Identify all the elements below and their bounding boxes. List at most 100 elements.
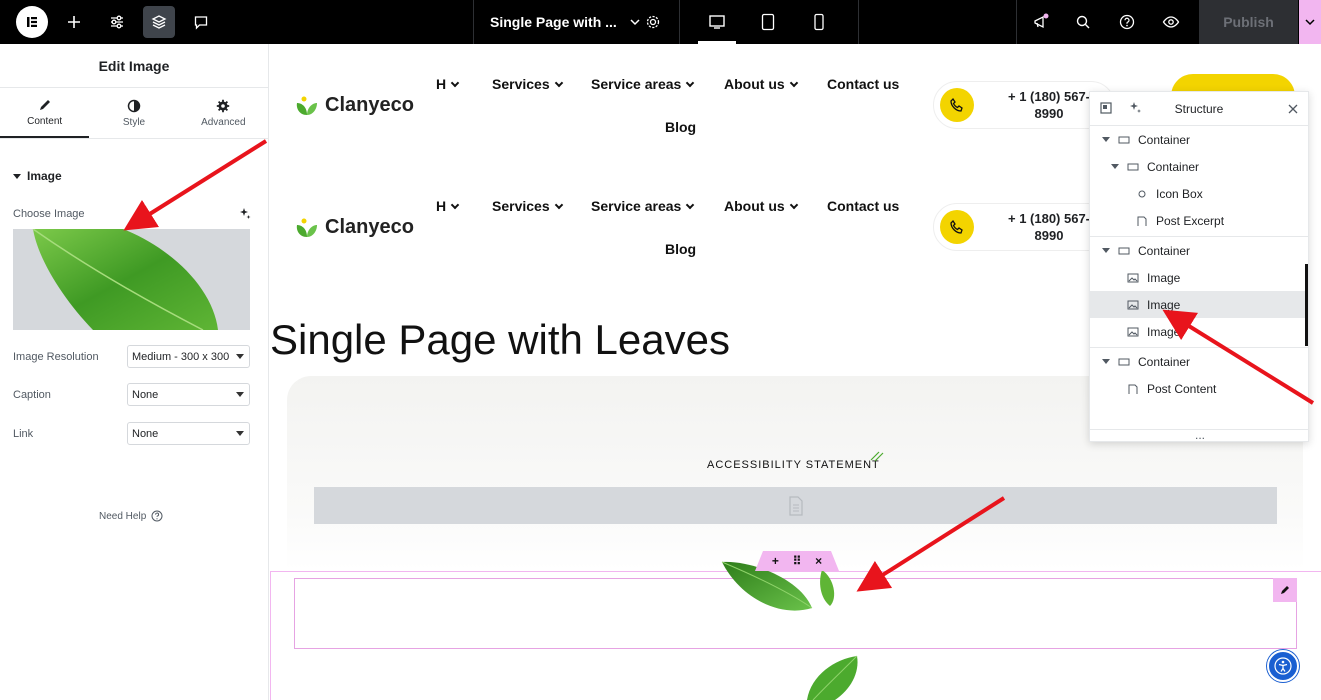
whats-new-button[interactable]	[1025, 6, 1057, 38]
drag-icon[interactable]: ⠿	[793, 554, 802, 568]
site-logo[interactable]: Clanyeco	[295, 216, 414, 239]
elementor-logo-icon	[16, 6, 48, 38]
nav-item-services[interactable]: Services	[492, 198, 563, 214]
ai-sparkle-icon[interactable]	[238, 207, 251, 220]
page-heading: Single Page with Leaves	[270, 316, 730, 363]
caret-down-icon	[236, 392, 244, 397]
nav-item-home[interactable]: H	[436, 76, 460, 92]
divider	[858, 0, 859, 44]
brand-name: Clanyeco	[325, 94, 414, 116]
caret-down-icon	[1102, 137, 1110, 142]
comments-button[interactable]	[185, 6, 217, 38]
image-section-toggle[interactable]: Image	[13, 169, 62, 183]
brand-name: Clanyeco	[325, 216, 414, 238]
need-help-link[interactable]: Need Help	[99, 510, 163, 522]
nav-item-blog[interactable]: Blog	[665, 241, 696, 257]
publish-button[interactable]: Publish	[1199, 0, 1298, 44]
edit-widget-button[interactable]	[1273, 578, 1297, 602]
nav-item-contact-us[interactable]: Contact us	[827, 198, 899, 214]
caret-down-icon	[236, 354, 244, 359]
structure-item-container[interactable]: Container	[1090, 237, 1308, 264]
add-icon[interactable]: +	[772, 554, 779, 568]
structure-item-post-content[interactable]: Post Content	[1090, 375, 1308, 402]
phone-icon-box[interactable]: + 1 (180) 567- 8990	[933, 203, 1115, 251]
leaf-image[interactable]	[816, 568, 838, 608]
structure-item-image-selected[interactable]: Image	[1090, 291, 1308, 318]
caret-down-icon	[236, 431, 244, 436]
image-resolution-select[interactable]: Medium - 300 x 300	[127, 345, 250, 368]
structure-item-post-excerpt[interactable]: Post Excerpt	[1090, 207, 1308, 234]
nav-item-home[interactable]: H	[436, 198, 460, 214]
nav-item-services[interactable]: Services	[492, 76, 563, 92]
document-icon	[1128, 384, 1138, 394]
select-value: None	[132, 427, 159, 440]
structure-item-container[interactable]: Container	[1090, 153, 1308, 180]
nav-item-contact-us[interactable]: Contact us	[827, 76, 899, 92]
tab-label: Content	[27, 115, 63, 127]
divider	[679, 0, 680, 44]
leaf-image[interactable]	[805, 655, 860, 700]
elementor-logo-button[interactable]	[16, 6, 48, 38]
post-excerpt-placeholder[interactable]	[314, 487, 1277, 524]
help-button[interactable]	[1111, 6, 1143, 38]
nav-item-service-areas[interactable]: Service areas	[591, 198, 695, 214]
tab-advanced[interactable]: Advanced	[179, 88, 268, 138]
mobile-view-button[interactable]	[803, 6, 835, 38]
search-button[interactable]	[1067, 6, 1099, 38]
contrast-icon	[127, 99, 141, 112]
pencil-icon	[39, 99, 50, 110]
eye-icon	[1162, 16, 1180, 28]
container-handle[interactable]: + ⠿ ×	[755, 551, 839, 571]
tab-style[interactable]: Style	[89, 88, 178, 138]
link-select[interactable]: None	[127, 422, 250, 445]
image-icon	[1127, 300, 1139, 309]
structure-item-label: Post Content	[1147, 381, 1217, 396]
structure-item-label: Image	[1147, 297, 1181, 312]
nav-item-about-us[interactable]: About us	[724, 198, 798, 214]
tablet-view-button[interactable]	[752, 6, 784, 38]
add-element-button[interactable]	[58, 6, 90, 38]
structure-item-image[interactable]: Image	[1090, 264, 1308, 291]
structure-item-label: Container	[1147, 159, 1200, 174]
structure-scrollbar[interactable]	[1305, 264, 1308, 346]
nav-item-service-areas[interactable]: Service areas	[591, 76, 695, 92]
comment-icon	[194, 16, 208, 30]
chevron-down-icon	[789, 78, 798, 87]
structure-item-label: Image	[1147, 270, 1181, 285]
structure-item-image[interactable]: Image	[1090, 318, 1308, 345]
nav-item-about-us[interactable]: About us	[724, 76, 798, 92]
desktop-view-button[interactable]	[701, 6, 733, 38]
chevron-down-icon	[450, 78, 460, 87]
megaphone-icon	[1034, 13, 1049, 29]
nav-label: About us	[724, 76, 785, 92]
structure-item-container[interactable]: Container	[1090, 126, 1308, 153]
help-icon	[1119, 14, 1135, 30]
resize-handle[interactable]: ...	[1195, 428, 1205, 442]
accessibility-button[interactable]	[1267, 650, 1299, 682]
leaf-logo-icon	[296, 218, 317, 237]
page-title-dropdown[interactable]: Single Page with ...	[490, 0, 641, 44]
close-icon[interactable]	[1288, 104, 1298, 114]
caption-select[interactable]: None	[127, 383, 250, 406]
site-settings-button[interactable]	[101, 6, 133, 38]
nav-label: Contact us	[827, 76, 900, 92]
image-preview[interactable]	[13, 229, 250, 330]
icon-box-icon	[1138, 190, 1146, 197]
nav-item-blog[interactable]: Blog	[665, 119, 696, 135]
chevron-down-icon	[686, 78, 695, 87]
structure-item-icon-box[interactable]: Icon Box	[1090, 180, 1308, 207]
tab-content[interactable]: Content	[0, 88, 90, 138]
site-logo[interactable]: Clanyeco	[295, 94, 414, 117]
structure-item-label: Container	[1138, 354, 1191, 369]
leaf-logo-icon	[296, 96, 317, 115]
preview-button[interactable]	[1155, 6, 1187, 38]
structure-item-container[interactable]: Container	[1090, 348, 1308, 375]
phone-icon-box[interactable]: + 1 (180) 567- 8990	[933, 81, 1115, 129]
tab-label: Advanced	[201, 116, 246, 128]
page-settings-button[interactable]	[637, 6, 669, 38]
structure-button[interactable]	[143, 6, 175, 38]
divider	[473, 0, 474, 44]
close-icon[interactable]: ×	[815, 554, 822, 568]
image-resolution-label: Image Resolution	[13, 351, 99, 363]
publish-options-button[interactable]	[1299, 0, 1321, 44]
